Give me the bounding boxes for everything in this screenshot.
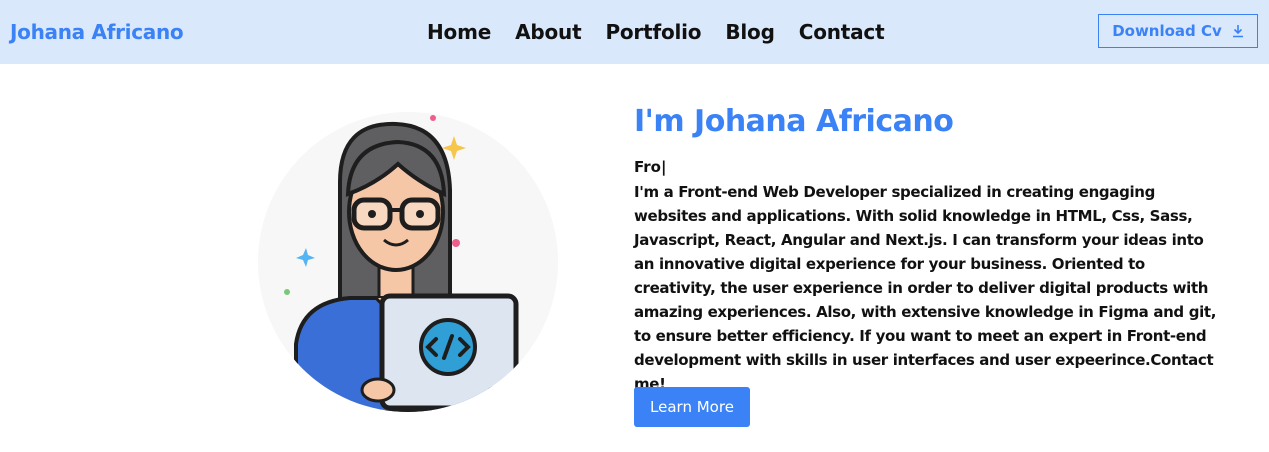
nav-link-portfolio[interactable]: Portfolio <box>605 20 701 44</box>
nav-link-about[interactable]: About <box>515 20 582 44</box>
nav-link-home[interactable]: Home <box>427 20 491 44</box>
download-cv-label: Download Cv <box>1112 22 1222 40</box>
hero-bio: I'm a Front-end Web Developer specialize… <box>634 183 1217 393</box>
navbar: Johana Africano Home About Portfolio Blo… <box>0 0 1269 64</box>
brand-logo[interactable]: Johana Africano <box>10 20 184 44</box>
hero-title: I'm Johana Africano <box>634 104 954 139</box>
download-icon <box>1232 24 1244 38</box>
typing-text: Fro| <box>634 158 667 176</box>
learn-more-button[interactable]: Learn More <box>634 387 750 427</box>
nav-links: Home About Portfolio Blog Contact <box>427 20 908 44</box>
profile-avatar <box>258 112 558 412</box>
nav-link-blog[interactable]: Blog <box>725 20 775 44</box>
nav-link-contact[interactable]: Contact <box>799 20 885 44</box>
download-cv-button[interactable]: Download Cv <box>1098 14 1258 48</box>
